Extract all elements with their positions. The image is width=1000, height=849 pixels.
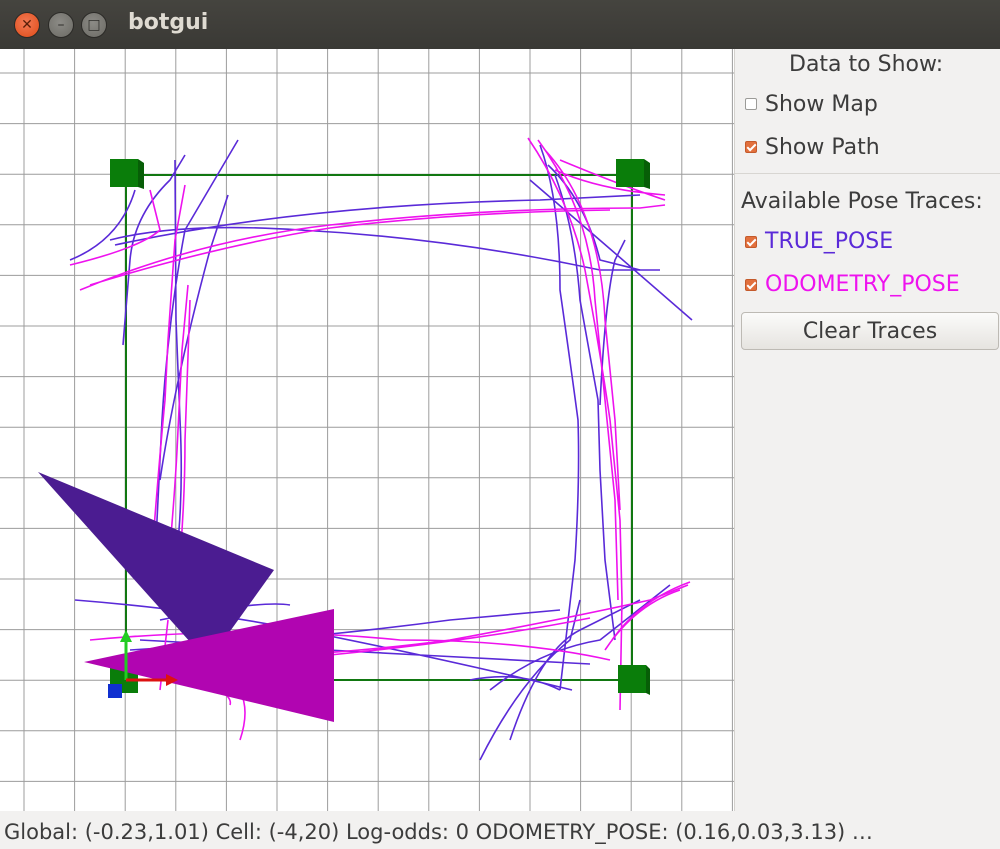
- show-path-label[interactable]: Show Path: [765, 135, 880, 160]
- close-window-button[interactable]: ✕: [14, 12, 40, 38]
- true-pose-checkbox[interactable]: [745, 236, 757, 248]
- minimize-icon: –: [57, 17, 65, 33]
- true-pose-label[interactable]: TRUE_POSE: [765, 229, 893, 254]
- show-map-checkbox[interactable]: [745, 98, 757, 110]
- window-title: botgui: [128, 10, 209, 35]
- clear-traces-button[interactable]: Clear Traces: [741, 312, 999, 350]
- maximize-window-button[interactable]: □: [81, 12, 107, 38]
- minimize-window-button[interactable]: –: [48, 12, 74, 38]
- odometry-pose-trace: [527, 137, 691, 711]
- map-scene: [0, 49, 734, 811]
- show-map-label[interactable]: Show Map: [765, 92, 878, 117]
- waypoint-top-right: [616, 159, 650, 189]
- status-bar: Global: (-0.23,1.01) Cell: (-4,20) Log-o…: [0, 811, 1000, 849]
- control-panel: Data to Show: Show Map Show Path Availab…: [734, 49, 1000, 811]
- odometry-pose-checkbox[interactable]: [745, 279, 757, 291]
- title-bar: ✕ – □ botgui: [0, 0, 1000, 49]
- available-pose-traces-heading: Available Pose Traces:: [741, 189, 983, 214]
- data-to-show-heading: Data to Show:: [789, 52, 944, 77]
- true-pose-trace: [479, 144, 693, 761]
- close-icon: ✕: [21, 17, 33, 33]
- show-path-checkbox[interactable]: [745, 141, 757, 153]
- odometry-pose-label[interactable]: ODOMETRY_POSE: [765, 272, 960, 297]
- status-text: Global: (-0.23,1.01) Cell: (-4,20) Log-o…: [4, 820, 873, 844]
- waypoint-top-left: [110, 159, 144, 189]
- maximize-icon: □: [87, 17, 101, 33]
- map-canvas[interactable]: [0, 49, 734, 811]
- waypoint-bottom-right: [618, 665, 650, 695]
- panel-divider: [735, 173, 1000, 174]
